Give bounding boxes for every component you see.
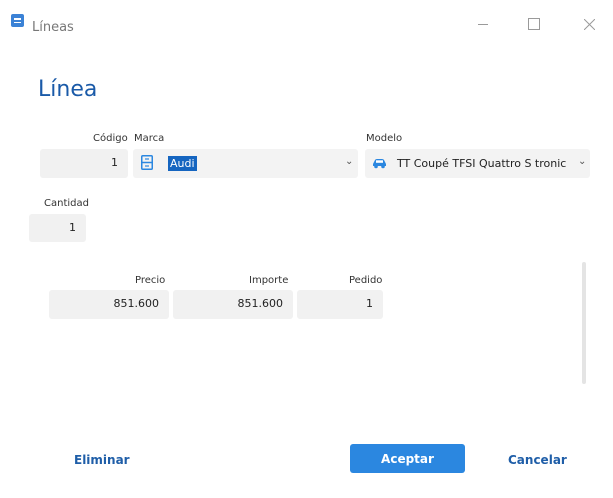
eliminar-button[interactable]: Eliminar bbox=[74, 452, 130, 468]
close-icon bbox=[583, 18, 595, 30]
cantidad-label: Cantidad bbox=[44, 198, 89, 209]
maximize-button[interactable] bbox=[514, 10, 554, 38]
modelo-value: TT Coupé TFSI Quattro S tronic bbox=[397, 157, 567, 170]
car-icon bbox=[373, 159, 386, 169]
page-title: Línea bbox=[38, 77, 98, 102]
minimize-button[interactable] bbox=[463, 10, 503, 38]
aceptar-button[interactable]: Aceptar bbox=[350, 444, 465, 473]
importe-field[interactable]: 851.600 bbox=[173, 290, 293, 319]
marca-label: Marca bbox=[134, 133, 165, 144]
brand-icon bbox=[141, 155, 153, 170]
window-title: Líneas bbox=[32, 20, 74, 35]
importe-label: Importe bbox=[249, 275, 289, 286]
cancelar-button[interactable]: Cancelar bbox=[508, 452, 567, 468]
chevron-down-icon: ⌄ bbox=[345, 156, 354, 167]
codigo-field[interactable]: 1 bbox=[40, 149, 128, 178]
chevron-down-icon: ⌄ bbox=[578, 156, 587, 167]
codigo-label: Código bbox=[93, 133, 128, 144]
precio-field[interactable]: 851.600 bbox=[49, 290, 169, 319]
marca-value: Audi bbox=[168, 156, 197, 171]
maximize-icon bbox=[528, 18, 540, 30]
precio-label: Precio bbox=[135, 275, 166, 286]
pedido-label: Pedido bbox=[349, 275, 383, 286]
scrollbar[interactable] bbox=[582, 262, 586, 384]
close-button[interactable] bbox=[569, 10, 609, 38]
cantidad-field[interactable]: 1 bbox=[29, 214, 86, 242]
pedido-field[interactable]: 1 bbox=[297, 290, 383, 319]
minimize-icon bbox=[478, 23, 488, 25]
marca-select[interactable] bbox=[133, 149, 358, 178]
document-list-icon bbox=[11, 14, 24, 27]
modelo-label: Modelo bbox=[366, 133, 403, 144]
